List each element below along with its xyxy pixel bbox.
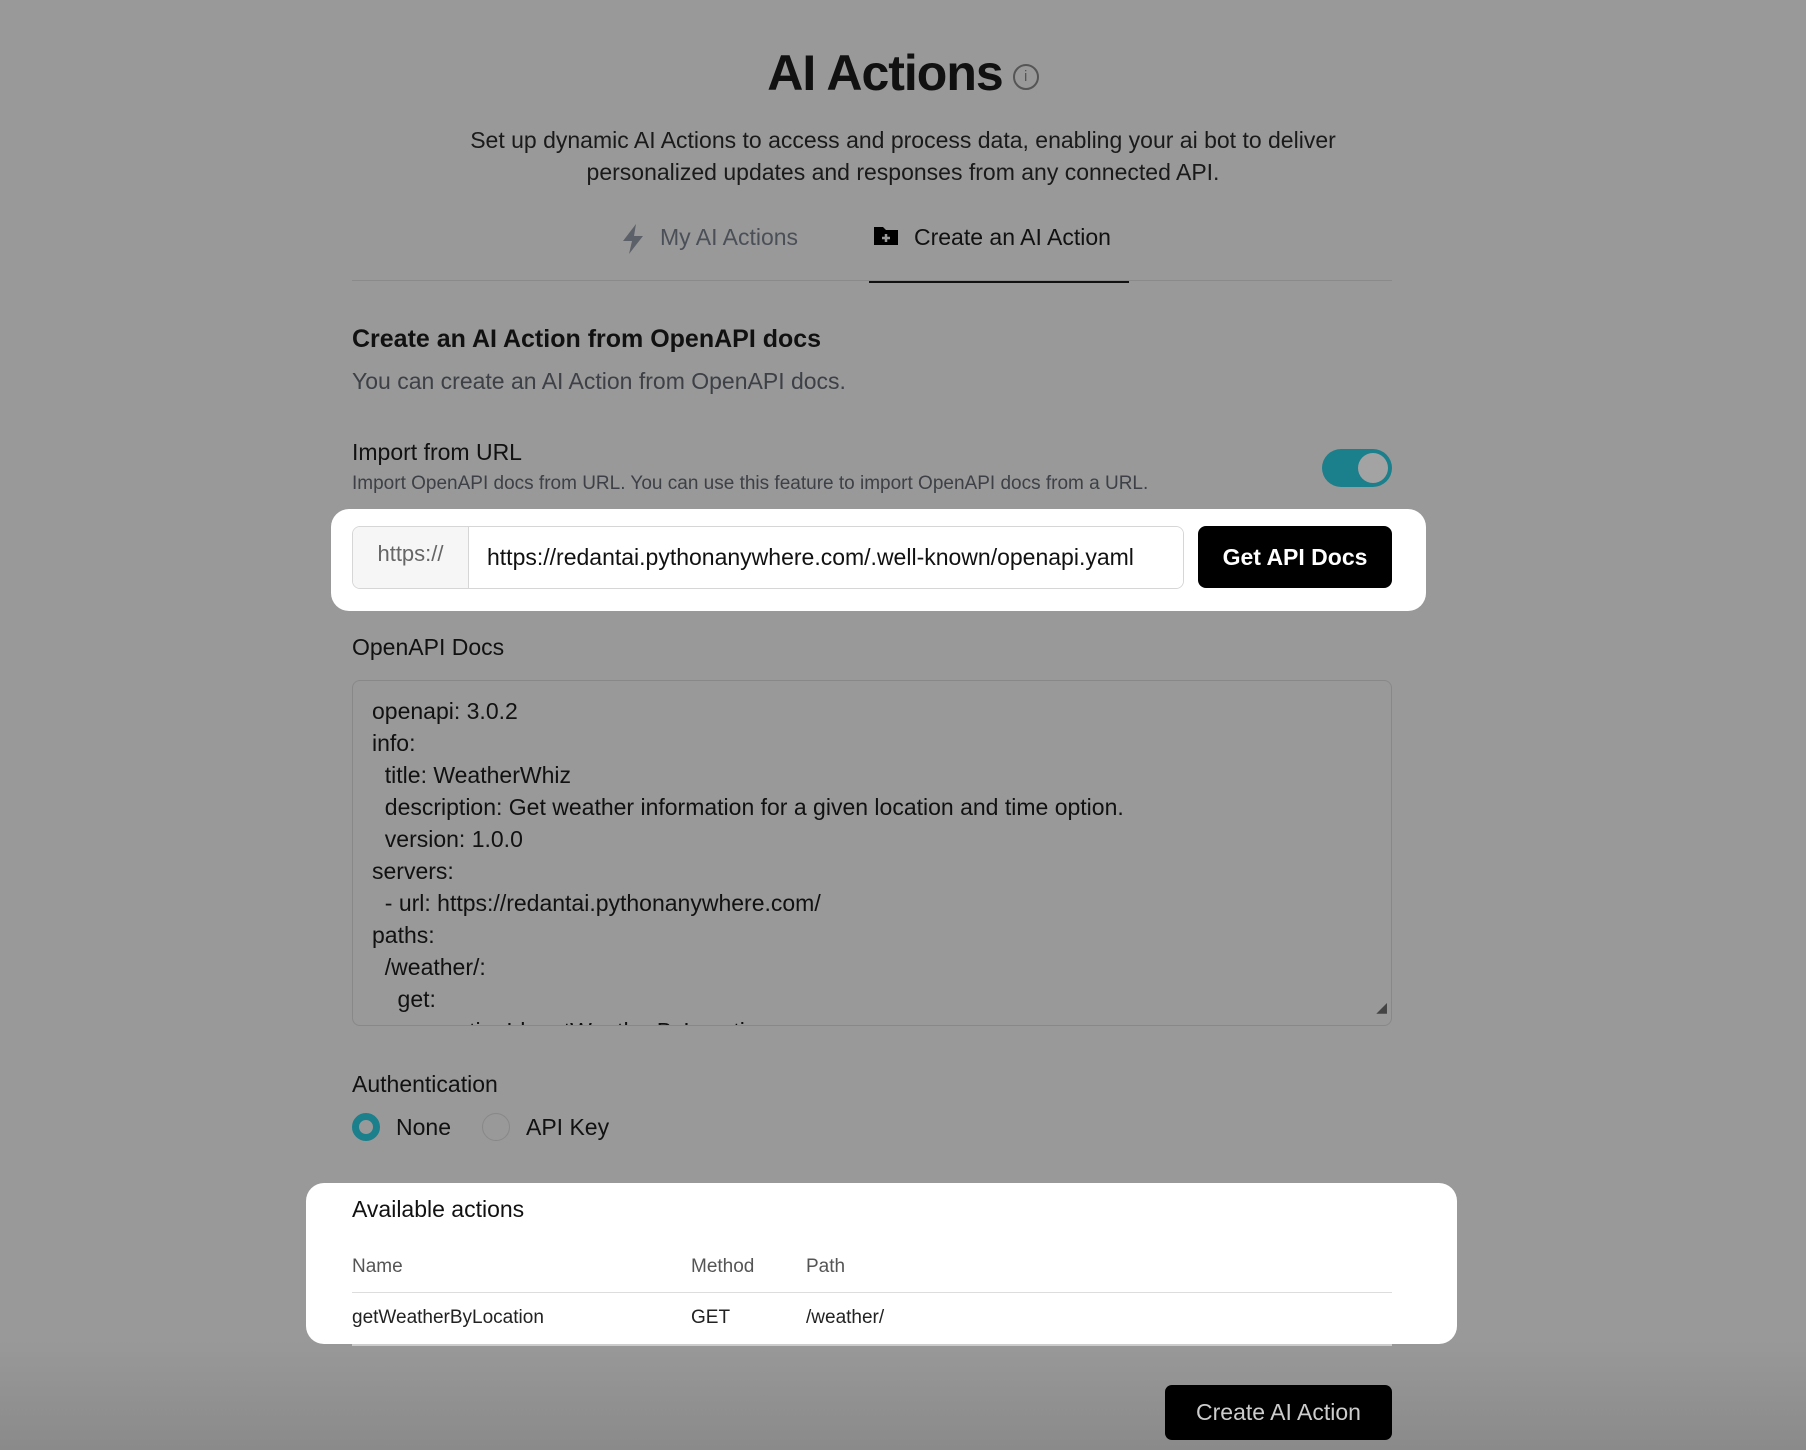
radio-label: None (396, 1113, 451, 1140)
active-tab-indicator (869, 281, 1129, 283)
radio-label: API Key (526, 1113, 610, 1140)
title-text: AI Actions (767, 45, 1003, 101)
url-input[interactable] (469, 527, 1183, 588)
docs-label: OpenAPI Docs (352, 634, 505, 660)
import-toggle[interactable] (1322, 449, 1392, 487)
auth-radio-none[interactable]: None (352, 1113, 451, 1141)
tab-my-ai-actions[interactable]: My AI Actions (620, 224, 798, 282)
auth-radio-api-key[interactable]: API Key (482, 1113, 609, 1141)
section-subtitle: You can create an AI Action from OpenAPI… (352, 368, 846, 394)
table-header-divider (352, 1292, 1392, 1293)
tab-create-ai-action[interactable]: Create an AI Action (872, 224, 1111, 282)
docs-content: openapi: 3.0.2 info: title: WeatherWhiz … (372, 698, 1124, 1025)
import-label: Import from URL (352, 439, 522, 465)
get-api-docs-button[interactable]: Get API Docs (1198, 526, 1392, 588)
page-subtitle: Set up dynamic AI Actions to access and … (470, 127, 1336, 185)
folder-plus-icon (874, 227, 898, 245)
section-title: Create an AI Action from OpenAPI docs (352, 325, 822, 353)
import-description: Import OpenAPI docs from URL. You can us… (352, 473, 1149, 494)
auth-label: Authentication (352, 1071, 498, 1097)
cell-method: GET (691, 1307, 731, 1328)
table-bottom-divider (352, 1344, 1392, 1346)
page-title: AI Actions i (0, 44, 1806, 102)
create-ai-action-button[interactable]: Create AI Action (1165, 1385, 1392, 1440)
openapi-docs-textarea[interactable]: openapi: 3.0.2 info: title: WeatherWhiz … (352, 680, 1392, 1026)
tab-label: Create an AI Action (914, 224, 1111, 250)
info-icon[interactable]: i (1012, 63, 1039, 90)
radio-unselected-icon (482, 1113, 510, 1141)
cell-name: getWeatherByLocation (352, 1307, 544, 1328)
column-header-path: Path (806, 1256, 846, 1277)
radio-selected-icon (352, 1113, 380, 1141)
column-header-name: Name (352, 1256, 403, 1277)
column-header-method: Method (691, 1256, 755, 1277)
cell-path: /weather/ (806, 1307, 885, 1328)
url-prefix: https:// (353, 527, 469, 588)
toggle-knob (1358, 453, 1388, 483)
tab-label: My AI Actions (660, 224, 799, 250)
available-actions-title: Available actions (352, 1196, 525, 1222)
resize-handle-icon[interactable]: ◢ (1376, 991, 1387, 1023)
lightning-icon (623, 224, 643, 254)
url-input-group: https:// (352, 526, 1184, 589)
